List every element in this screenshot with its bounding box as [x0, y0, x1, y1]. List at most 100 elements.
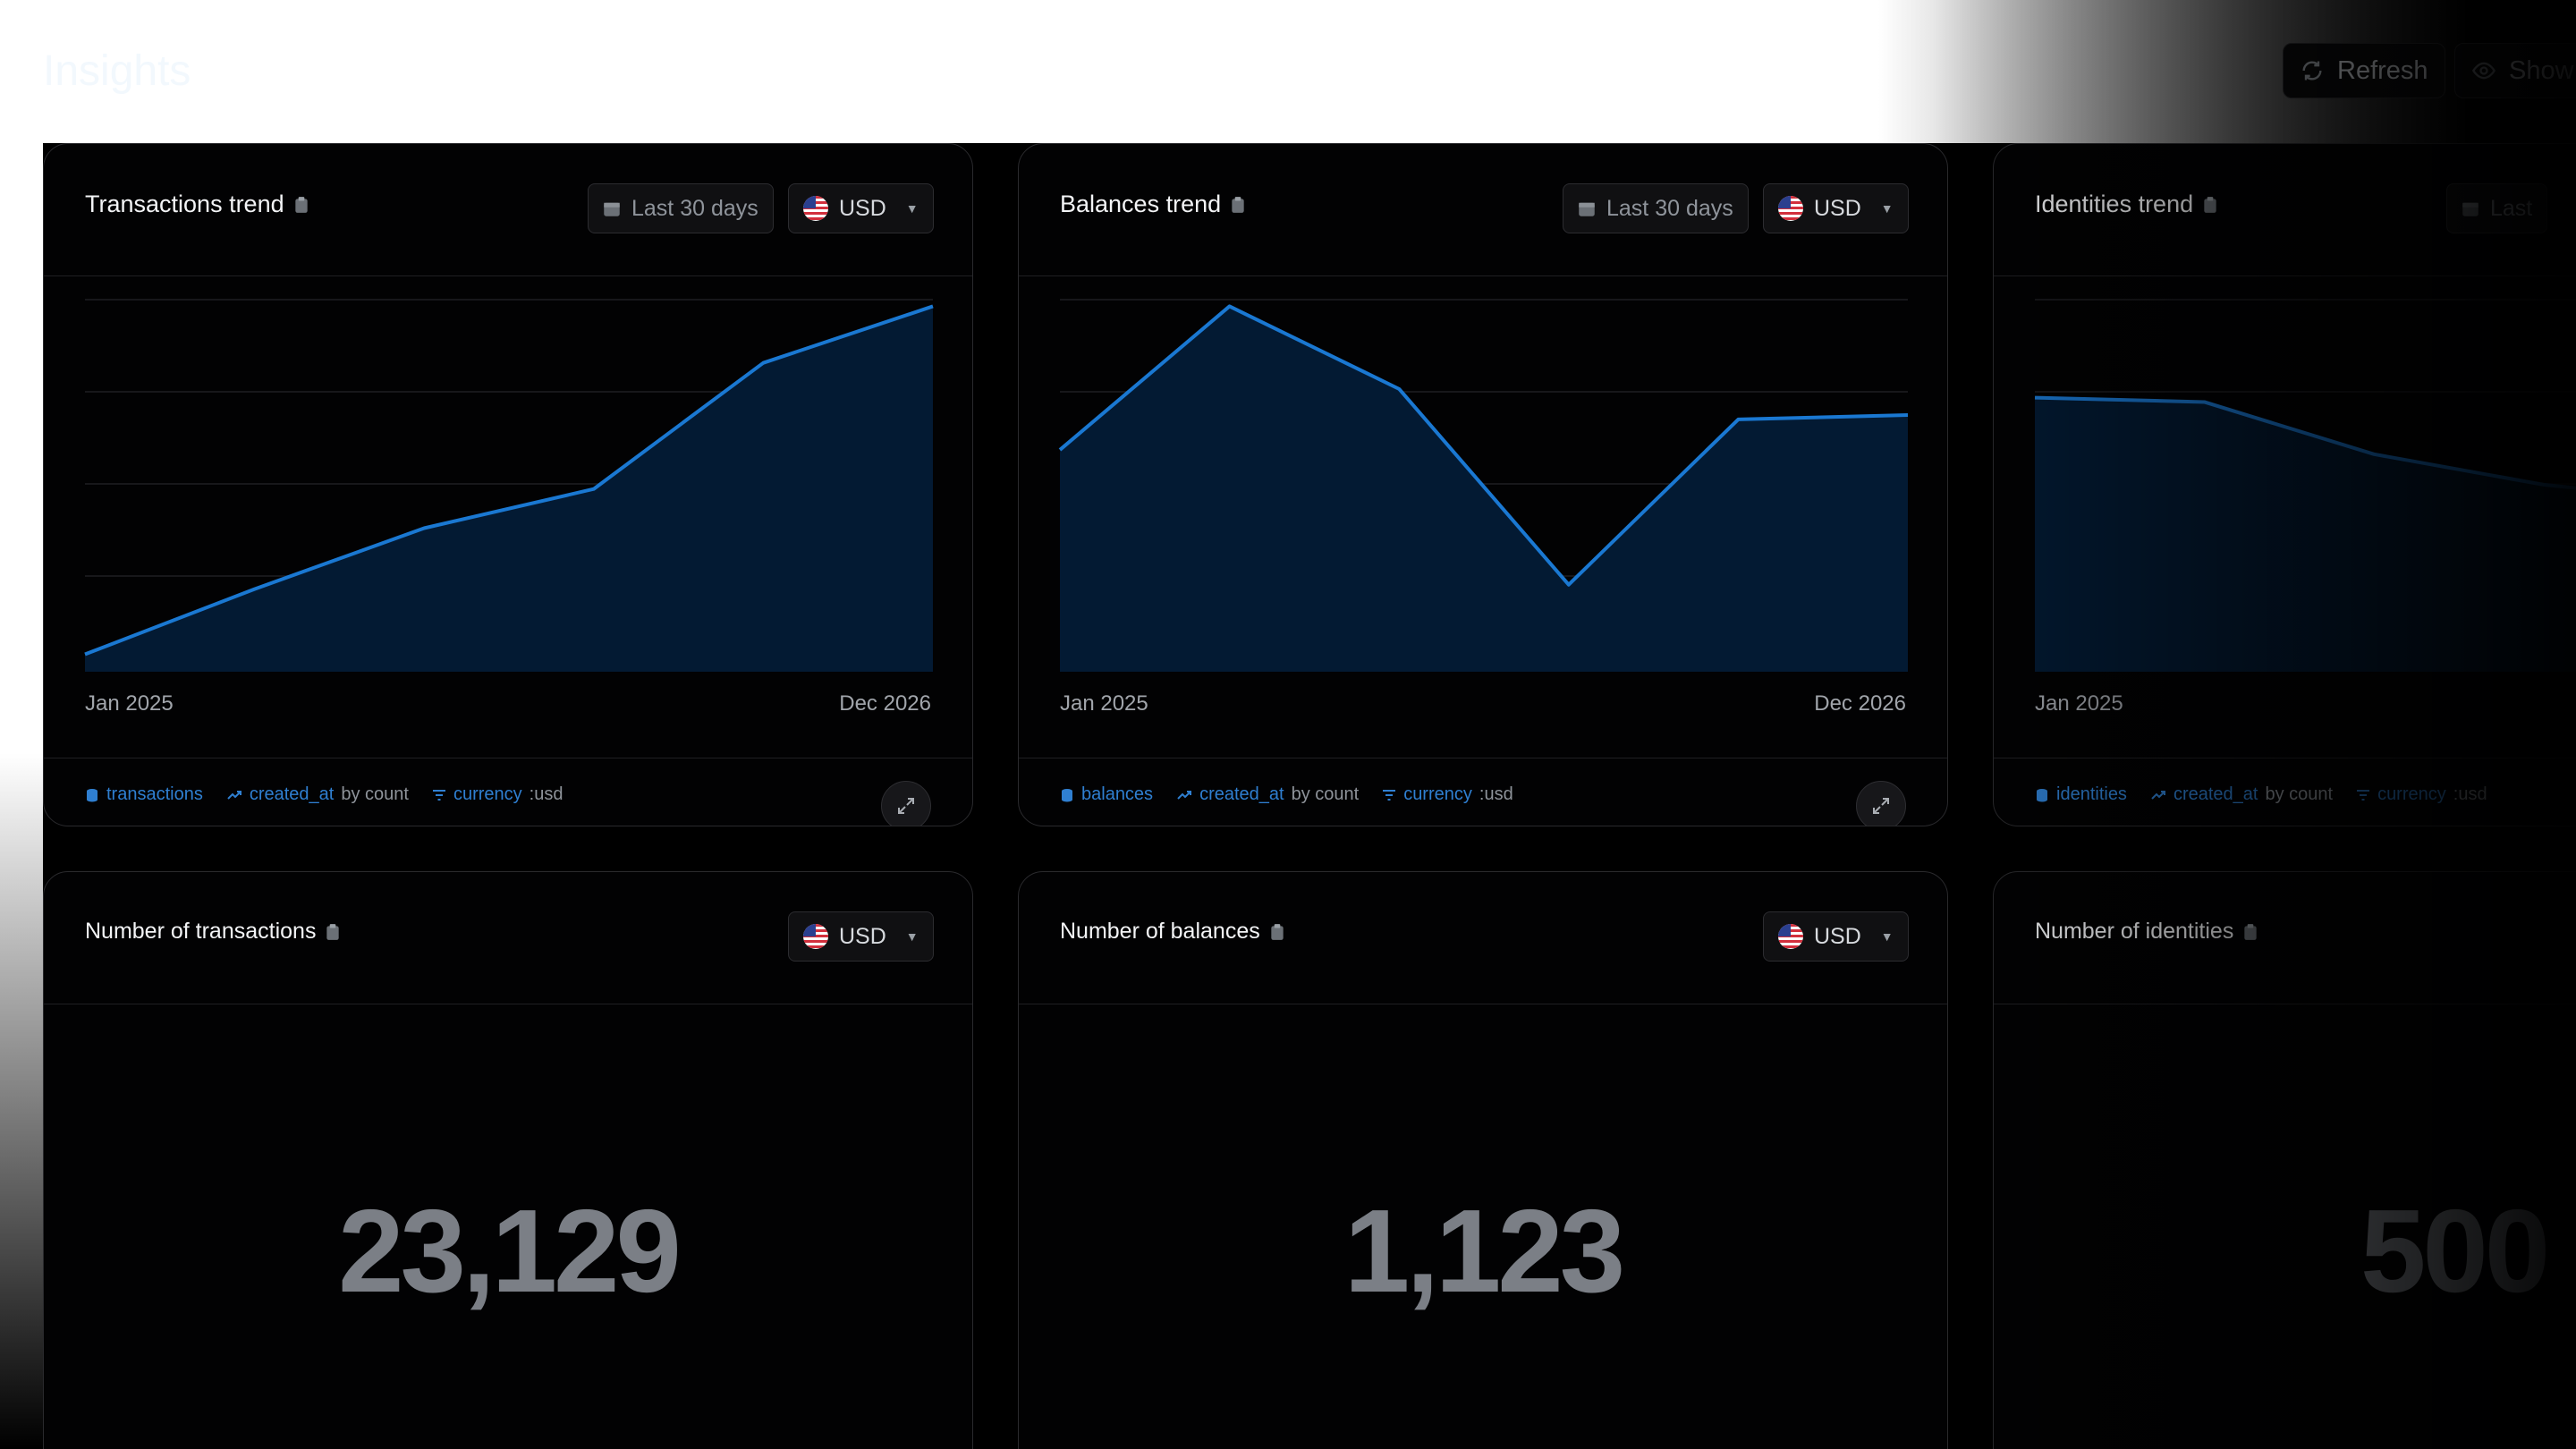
clipboard-icon[interactable]: [325, 923, 341, 941]
tag-suffix: by count: [2265, 784, 2334, 804]
chevron-down-icon: ▼: [1880, 201, 1894, 216]
card-title: Balances trend: [1060, 191, 1246, 218]
card-title: Identities trend: [2035, 191, 2218, 218]
date-range-label: Last 30 days: [1606, 195, 1733, 221]
tag-text: balances: [1081, 784, 1154, 804]
date-range-label: Last 30 days: [631, 195, 758, 221]
identities-count-card: Number of identities 500: [1993, 871, 2576, 1449]
currency-label: USD: [1814, 195, 1861, 221]
show-button[interactable]: Show: [2454, 43, 2576, 98]
card-title: Number of identities: [2035, 919, 2258, 945]
currency-select[interactable]: USD ▼: [788, 183, 934, 233]
currency-label: USD: [839, 923, 886, 949]
balances-trend-chart: [1058, 299, 1909, 672]
tag-filter[interactable]: currency :usd: [432, 784, 564, 805]
identities-trend-chart: [2034, 299, 2576, 672]
transactions-trend-chart: [84, 299, 934, 672]
refresh-button-label: Refresh: [2337, 55, 2428, 85]
currency-label: USD: [839, 195, 886, 221]
tag-suffix: :usd: [2453, 784, 2487, 804]
tag-text: currency: [2377, 784, 2446, 804]
clipboard-icon[interactable]: [293, 196, 309, 214]
us-flag-icon: [1778, 196, 1803, 221]
metric-value: 500: [2360, 1185, 2550, 1317]
x-axis-start-label: Jan 2025: [85, 691, 174, 716]
expand-icon: [898, 798, 914, 814]
currency-select[interactable]: USD ▼: [1763, 183, 1909, 233]
transactions-count-card: Number of transactions USD ▼ 23,129: [43, 871, 973, 1449]
query-tags: transactions created_at by count currenc…: [85, 784, 563, 805]
card-title: Number of balances: [1060, 919, 1285, 945]
transactions-trend-card: Transactions trend Last 30 days USD ▼ Ja…: [43, 143, 973, 826]
date-range-label: Last: [2490, 195, 2533, 221]
card-header: Transactions trend Last 30 days USD ▼: [44, 144, 972, 276]
left-edge-gradient: [0, 0, 43, 1449]
database-icon: [2037, 788, 2047, 801]
x-axis-start-label: Jan 2025: [2035, 691, 2123, 716]
expand-button[interactable]: [1856, 781, 1906, 826]
tag-text: created_at: [2173, 784, 2258, 804]
area-fill: [85, 306, 933, 672]
currency-select[interactable]: USD ▼: [1763, 911, 1909, 962]
card-header: Number of identities: [1994, 872, 2576, 1004]
metric-value: 1,123: [1343, 1185, 1625, 1317]
insights-grid: Transactions trend Last 30 days USD ▼ Ja…: [43, 143, 2576, 1449]
card-title: Number of transactions: [85, 919, 341, 945]
area-fill: [2035, 397, 2576, 672]
x-axis-start-label: Jan 2025: [1060, 691, 1148, 716]
us-flag-icon: [803, 196, 828, 221]
clipboard-icon[interactable]: [1230, 196, 1246, 214]
clipboard-icon[interactable]: [1269, 923, 1285, 941]
tag-filter[interactable]: currency:usd: [1382, 784, 1513, 805]
tag-metric[interactable]: created_at by count: [1176, 784, 1359, 805]
date-range-select[interactable]: Last: [2446, 183, 2548, 233]
tag-text: created_at: [249, 784, 335, 804]
date-range-select[interactable]: Last 30 days: [1563, 183, 1749, 233]
query-tags: balances created_at by count currency:us…: [1060, 784, 1513, 805]
tag-suffix: :usd: [1479, 784, 1513, 804]
tag-source[interactable]: identities: [2035, 784, 2127, 805]
trend-up-icon: [227, 790, 242, 800]
show-button-label: Show: [2509, 55, 2574, 85]
card-title: Transactions trend: [85, 191, 309, 218]
refresh-button[interactable]: Refresh: [2283, 43, 2445, 98]
filter-icon: [2357, 789, 2370, 801]
date-range-select[interactable]: Last 30 days: [588, 183, 774, 233]
expand-icon: [1873, 798, 1889, 814]
card-title-text: Number of transactions: [85, 919, 317, 944]
tag-text: currency: [453, 784, 522, 804]
clipboard-icon[interactable]: [2242, 923, 2258, 941]
expand-button[interactable]: [881, 781, 931, 826]
balances-count-card: Number of balances USD ▼ 1,123: [1018, 871, 1948, 1449]
tag-suffix: by count: [341, 784, 409, 804]
clipboard-icon[interactable]: [2202, 196, 2218, 214]
card-title-text: Number of balances: [1060, 919, 1260, 944]
page-title: Insights: [43, 47, 191, 95]
tag-metric[interactable]: created_at by count: [226, 784, 409, 805]
card-title-text: Identities trend: [2035, 191, 2194, 217]
currency-label: USD: [1814, 923, 1861, 949]
card-header: Identities trend Last: [1994, 144, 2576, 276]
tag-suffix: :usd: [529, 784, 564, 804]
calendar-icon: [2462, 202, 2479, 216]
filter-icon: [1383, 789, 1396, 801]
tag-source[interactable]: transactions: [85, 784, 203, 805]
currency-select[interactable]: USD ▼: [788, 911, 934, 962]
card-header: Number of transactions USD ▼: [44, 872, 972, 1004]
tag-text: transactions: [106, 784, 203, 804]
x-axis-end-label: Dec 2026: [839, 691, 931, 716]
chevron-down-icon: ▼: [905, 929, 919, 944]
refresh-icon: [2302, 61, 2322, 80]
metric-value: 23,129: [338, 1185, 682, 1317]
calendar-icon: [1579, 202, 1595, 216]
chevron-down-icon: ▼: [905, 201, 919, 216]
balances-trend-card: Balances trend Last 30 days USD ▼ Jan 20…: [1018, 143, 1948, 826]
card-title-text: Number of identities: [2035, 919, 2234, 944]
tag-text: identities: [2056, 784, 2127, 804]
tag-metric[interactable]: created_at by count: [2150, 784, 2333, 805]
tag-source[interactable]: balances: [1060, 784, 1153, 805]
tag-filter[interactable]: currency :usd: [2356, 784, 2487, 805]
us-flag-icon: [803, 924, 828, 949]
card-header: Balances trend Last 30 days USD ▼: [1019, 144, 1947, 276]
card-title-text: Balances trend: [1060, 191, 1222, 217]
